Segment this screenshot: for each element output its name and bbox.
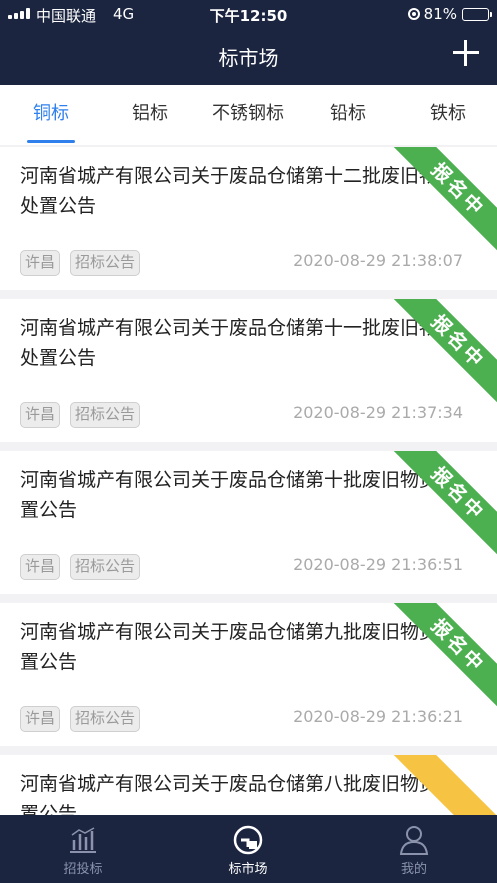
item-title: 河南省城产有限公司关于废品仓储第十批废旧物资处置公告 — [20, 469, 458, 521]
nav-label: 我的 — [400, 862, 427, 877]
type-tag: 招标公告 — [70, 554, 141, 580]
list-item[interactable]: 河南省城产有限公司关于废品仓储第八批废旧物资处置公告 — [0, 755, 497, 815]
type-tag: 招标公告 — [70, 402, 141, 428]
list-item[interactable]: 河南省城产有限公司关于废品仓储第十批废旧物资处置公告 许昌 招标公告 2020-… — [0, 451, 497, 594]
announcement-list: 河南省城产有限公司关于废品仓储第十二批废旧物资处置公告 许昌 招标公告 2020… — [0, 147, 497, 815]
status-bar: 中国联通 4G 下午12:50 81% — [0, 0, 497, 28]
item-title: 河南省城产有限公司关于废品仓储第九批废旧物资处置公告 — [20, 621, 458, 673]
bottom-nav: 招投标 标市场 我的 — [0, 815, 497, 883]
type-tag: 招标公告 — [70, 250, 141, 276]
title-bar: 标市场 — [0, 28, 497, 85]
battery-percent: 81% — [423, 5, 457, 23]
nav-label: 招投标 — [63, 862, 103, 877]
tab-copper[interactable]: 铜标 — [12, 85, 90, 145]
tab-iron[interactable]: 铁标 — [408, 85, 488, 145]
nav-bidding[interactable]: 招投标 — [23, 815, 143, 883]
item-title: 河南省城产有限公司关于废品仓储第十一批废旧物资处置公告 — [20, 317, 458, 369]
status-right: 81% — [407, 5, 492, 23]
city-tag: 许昌 — [20, 402, 61, 428]
city-tag: 许昌 — [20, 706, 61, 732]
type-tag: 招标公告 — [70, 706, 141, 732]
item-title: 河南省城产有限公司关于废品仓储第八批废旧物资处置公告 — [20, 773, 458, 815]
nav-mine[interactable]: 我的 — [354, 815, 474, 883]
top-bar: 中国联通 4G 下午12:50 81% 标市场 — [0, 0, 497, 85]
market-icon — [233, 825, 263, 855]
tab-stainless-steel[interactable]: 不锈钢标 — [198, 85, 298, 145]
list-item[interactable]: 河南省城产有限公司关于废品仓储第九批废旧物资处置公告 许昌 招标公告 2020-… — [0, 603, 497, 746]
battery-icon — [462, 7, 492, 21]
page-title: 标市场 — [218, 46, 279, 70]
tab-lead[interactable]: 铅标 — [308, 85, 388, 145]
item-date: 2020-08-29 21:36:51 — [293, 555, 463, 574]
tab-aluminum[interactable]: 铝标 — [110, 85, 190, 145]
category-tabs: 铜标 铝标 不锈钢标 铅标 铁标 — [0, 85, 497, 145]
city-tag: 许昌 — [20, 250, 61, 276]
item-date: 2020-08-29 21:36:21 — [293, 707, 463, 726]
list-item[interactable]: 河南省城产有限公司关于废品仓储第十二批废旧物资处置公告 许昌 招标公告 2020… — [0, 147, 497, 290]
user-icon — [399, 826, 429, 855]
nav-label: 标市场 — [228, 862, 268, 877]
plus-icon[interactable] — [449, 36, 483, 70]
city-tag: 许昌 — [20, 554, 61, 580]
chart-icon — [70, 827, 96, 853]
list-item[interactable]: 河南省城产有限公司关于废品仓储第十一批废旧物资处置公告 许昌 招标公告 2020… — [0, 299, 497, 442]
tab-indicator — [27, 140, 75, 143]
item-date: 2020-08-29 21:37:34 — [293, 403, 463, 422]
item-date: 2020-08-29 21:38:07 — [293, 251, 463, 270]
rotation-lock-icon — [407, 8, 420, 20]
nav-market[interactable]: 标市场 — [188, 815, 308, 883]
item-title: 河南省城产有限公司关于废品仓储第十二批废旧物资处置公告 — [20, 165, 458, 217]
